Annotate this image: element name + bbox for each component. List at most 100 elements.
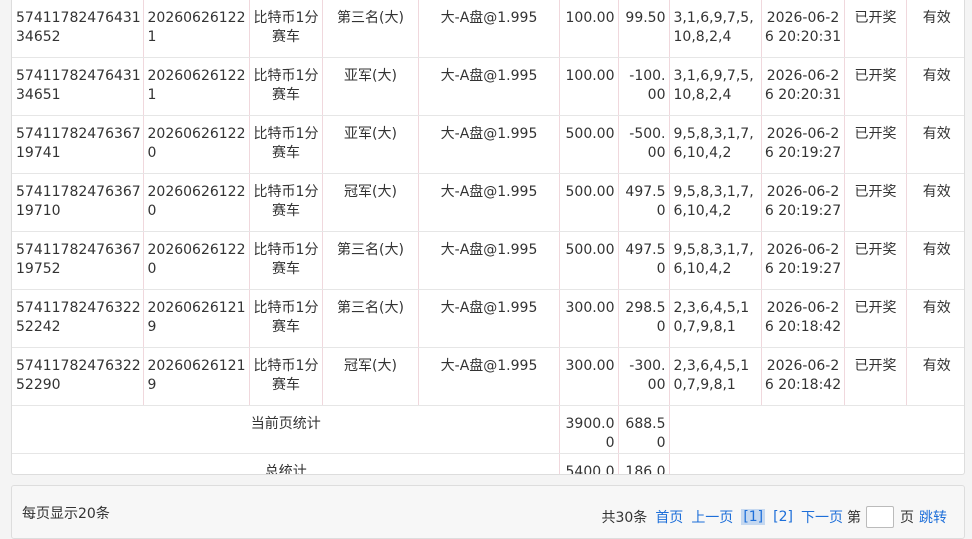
order-no-cell: 5741178247636719752 <box>12 231 144 290</box>
odds-cell: 大-A盘@1.995 <box>418 115 560 174</box>
result-cell: 2,3,6,4,5,10,7,9,8,1 <box>669 347 762 406</box>
page-summary-win: 688.50 <box>618 405 670 454</box>
goto-suffix: 页 <box>900 510 914 526</box>
amount-cell: 500.00 <box>559 231 619 290</box>
win-cell: -300.00 <box>618 347 670 406</box>
odds-cell: 大-A盘@1.995 <box>418 173 560 232</box>
goto-prefix: 第 <box>847 510 861 526</box>
table-body: 5741178247643134652 202606261221 比特币1分赛车 第三… <box>12 0 964 406</box>
valid-cell: 有效 <box>906 0 964 58</box>
next-page-link[interactable]: 下一页 <box>801 507 843 527</box>
page-2-link[interactable]: [2] <box>773 509 793 525</box>
jump-link[interactable]: 跳转 <box>919 507 947 527</box>
win-cell: -500.00 <box>618 115 670 174</box>
valid-cell: 有效 <box>906 57 964 116</box>
issue-cell: 202606261221 <box>143 0 250 58</box>
result-cell: 9,5,8,3,1,7,6,10,4,2 <box>669 231 762 290</box>
amount-cell: 100.00 <box>559 57 619 116</box>
amount-cell: 500.00 <box>559 115 619 174</box>
odds-cell: 大-A盘@1.995 <box>418 347 560 406</box>
page-1-link[interactable]: [1] <box>741 509 766 525</box>
table-row: 5741178247636719710 202606261220 比特币1分赛车 冠军… <box>12 173 964 232</box>
summary-body: 当前页统计 3900.00 688.50 总统计 5400.00 186.00 <box>12 405 964 474</box>
issue-cell: 202606261220 <box>143 115 250 174</box>
pager: 共30条 首页 上一页 [1] [2] 下一页 第 页 跳转 <box>593 506 947 528</box>
issue-cell: 202606261220 <box>143 231 250 290</box>
status-cell: 已开奖 <box>844 173 907 232</box>
result-cell: 9,5,8,3,1,7,6,10,4,2 <box>669 173 762 232</box>
time-cell: 2026-06-26 20:19:27 <box>761 173 845 232</box>
issue-cell: 202606261221 <box>143 57 250 116</box>
time-cell: 2026-06-26 20:18:42 <box>761 347 845 406</box>
order-no-cell: 5741178247643134652 <box>12 0 144 58</box>
page-summary-row: 当前页统计 3900.00 688.50 <box>12 405 964 454</box>
order-no-cell: 5741178247636719710 <box>12 173 144 232</box>
order-no-cell: 5741178247632252290 <box>12 347 144 406</box>
status-cell: 已开奖 <box>844 57 907 116</box>
play-cell: 冠军(大) <box>322 173 419 232</box>
bet-records-table: 5741178247643134652 202606261221 比特币1分赛车 第三… <box>11 0 965 475</box>
play-cell: 冠军(大) <box>322 347 419 406</box>
total-summary-amount: 5400.00 <box>559 453 619 474</box>
play-cell: 亚军(大) <box>322 57 419 116</box>
odds-cell: 大-A盘@1.995 <box>418 231 560 290</box>
total-summary-row: 总统计 5400.00 186.00 <box>12 453 964 474</box>
time-cell: 2026-06-26 20:20:31 <box>761 0 845 58</box>
table-row: 5741178247643134652 202606261221 比特币1分赛车 第三… <box>12 0 964 58</box>
odds-cell: 大-A盘@1.995 <box>418 57 560 116</box>
amount-cell: 300.00 <box>559 289 619 348</box>
win-cell: 497.50 <box>618 231 670 290</box>
play-cell: 第三名(大) <box>322 231 419 290</box>
prev-page-link[interactable]: 上一页 <box>691 507 733 527</box>
total-count: 共30条 <box>601 510 648 526</box>
order-no-cell: 5741178247643134651 <box>12 57 144 116</box>
game-cell: 比特币1分赛车 <box>249 173 323 232</box>
win-cell: 497.50 <box>618 173 670 232</box>
status-cell: 已开奖 <box>844 115 907 174</box>
first-page-link[interactable]: 首页 <box>655 507 683 527</box>
game-cell: 比特币1分赛车 <box>249 289 323 348</box>
game-cell: 比特币1分赛车 <box>249 231 323 290</box>
table-row: 5741178247632252290 202606261219 比特币1分赛车 冠军… <box>12 347 964 406</box>
page-summary-label: 当前页统计 <box>12 405 560 454</box>
result-cell: 3,1,6,9,7,5,10,8,2,4 <box>669 57 762 116</box>
amount-cell: 500.00 <box>559 173 619 232</box>
time-cell: 2026-06-26 20:19:27 <box>761 231 845 290</box>
goto-page-input[interactable] <box>866 506 894 528</box>
result-cell: 9,5,8,3,1,7,6,10,4,2 <box>669 115 762 174</box>
valid-cell: 有效 <box>906 173 964 232</box>
game-cell: 比特币1分赛车 <box>249 347 323 406</box>
table-row: 5741178247636719741 202606261220 比特币1分赛车 亚军… <box>12 115 964 174</box>
per-page-text: 每页显示20条 <box>22 506 110 522</box>
issue-cell: 202606261219 <box>143 289 250 348</box>
total-summary-win: 186.00 <box>618 453 670 474</box>
game-cell: 比特币1分赛车 <box>249 0 323 58</box>
game-cell: 比特币1分赛车 <box>249 57 323 116</box>
game-cell: 比特币1分赛车 <box>249 115 323 174</box>
result-cell: 3,1,6,9,7,5,10,8,2,4 <box>669 0 762 58</box>
win-cell: 298.50 <box>618 289 670 348</box>
win-cell: 99.50 <box>618 0 670 58</box>
issue-cell: 202606261219 <box>143 347 250 406</box>
total-summary-label: 总统计 <box>12 453 560 474</box>
status-cell: 已开奖 <box>844 347 907 406</box>
amount-cell: 100.00 <box>559 0 619 58</box>
win-cell: -100.00 <box>618 57 670 116</box>
amount-cell: 300.00 <box>559 347 619 406</box>
table-row: 5741178247636719752 202606261220 比特币1分赛车 第三… <box>12 231 964 290</box>
valid-cell: 有效 <box>906 115 964 174</box>
valid-cell: 有效 <box>906 347 964 406</box>
status-cell: 已开奖 <box>844 0 907 58</box>
odds-cell: 大-A盘@1.995 <box>418 0 560 58</box>
issue-cell: 202606261220 <box>143 173 250 232</box>
result-cell: 2,3,6,4,5,10,7,9,8,1 <box>669 289 762 348</box>
time-cell: 2026-06-26 20:19:27 <box>761 115 845 174</box>
valid-cell: 有效 <box>906 231 964 290</box>
time-cell: 2026-06-26 20:20:31 <box>761 57 845 116</box>
table-row: 5741178247632252242 202606261219 比特币1分赛车 第三… <box>12 289 964 348</box>
status-cell: 已开奖 <box>844 231 907 290</box>
page-summary-amount: 3900.00 <box>559 405 619 454</box>
summary-empty <box>669 405 964 454</box>
odds-cell: 大-A盘@1.995 <box>418 289 560 348</box>
order-no-cell: 5741178247632252242 <box>12 289 144 348</box>
